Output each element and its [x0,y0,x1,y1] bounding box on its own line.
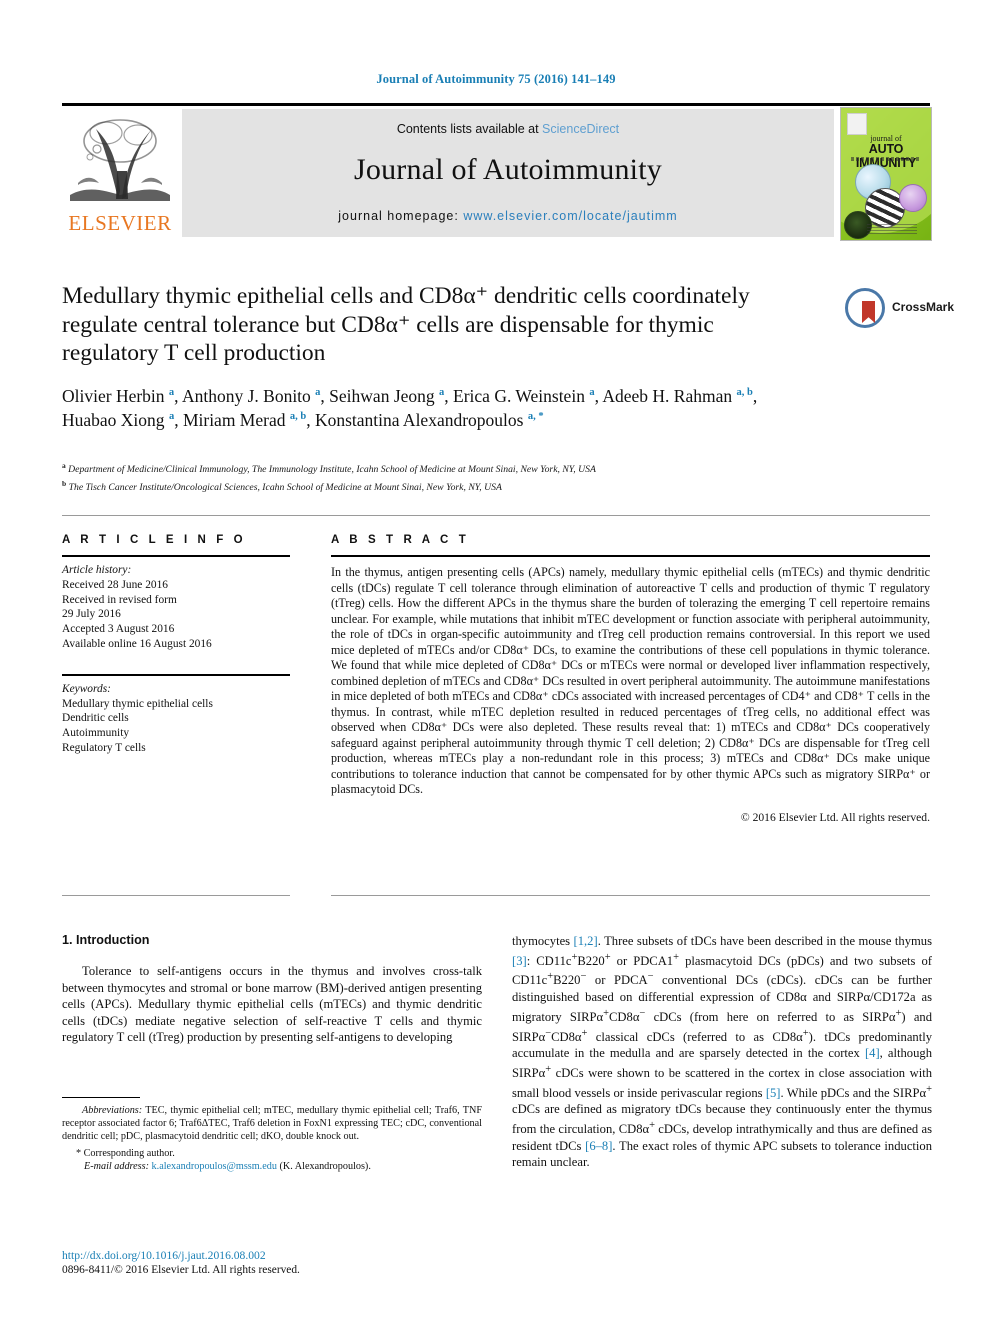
sciencedirect-link[interactable]: ScienceDirect [542,122,619,136]
keywords-label: Keywords: [62,682,111,695]
homepage-prefix: journal homepage: [338,209,464,223]
issn-copyright-line: 0896-8411/© 2016 Elsevier Ltd. All right… [62,1264,300,1276]
abstract-text: In the thymus, antigen presenting cells … [331,565,930,796]
abbreviations-label: Abbreviations: [82,1105,143,1116]
journal-masthead: ELSEVIER Contents lists available at Sci… [62,103,932,241]
corresponding-author-note: * Corresponding author. [62,1147,482,1160]
crossmark-ring-icon [845,288,885,328]
elsevier-wordmark: ELSEVIER [68,211,172,235]
cover-subtitle-bars [851,157,921,161]
running-head: Journal of Autoimmunity 75 (2016) 141–14… [376,72,616,86]
email-link[interactable]: k.alexandropoulos@mssm.edu [152,1161,277,1172]
article-info-column: A R T I C L E I N F O Article history: R… [62,534,290,756]
abstract-heading: A B S T R A C T [331,534,470,546]
body-column-left: 1. Introduction Tolerance to self-antige… [62,933,482,1046]
article-history-item: Received in revised form [62,593,177,606]
abstract-divider [331,555,930,557]
abstract-section-bottom-rule [331,895,930,896]
footer-block: http://dx.doi.org/10.1016/j.jaut.2016.08… [62,1248,502,1278]
crossmark-label: CrossMark [892,300,955,314]
info-section-bottom-rule [62,895,290,896]
cover-footer-bars [867,224,917,234]
keyword-item: Regulatory T cells [62,741,146,754]
contents-available-line: Contents lists available at ScienceDirec… [182,122,834,136]
cover-cell-image-purple [899,184,927,212]
corresponding-text: Corresponding author. [83,1147,175,1159]
article-history-block: Article history: Received 28 June 2016 R… [62,563,290,652]
page-title: Medullary thymic epithelial cells and CD… [62,283,750,366]
article-info-divider [62,555,290,557]
keywords-divider [62,673,290,676]
corresponding-marker: * [76,1147,82,1159]
journal-title: Journal of Autoimmunity [354,153,662,186]
cover-elsevier-mark [847,113,867,135]
affiliation-b-text: The Tisch Cancer Institute/Oncological S… [68,481,502,493]
article-first-page: Journal of Autoimmunity 75 (2016) 141–14… [0,0,992,1323]
article-history-item: Received 28 June 2016 [62,578,168,591]
introduction-paragraph-left: Tolerance to self-antigens occurs in the… [62,964,482,1045]
affiliation-a: a Department of Medicine/Clinical Immuno… [62,459,822,477]
keyword-item: Medullary thymic epithelial cells [62,697,213,710]
info-section-top-rule [62,515,930,516]
article-info-heading: A R T I C L E I N F O [62,534,247,546]
footnote-block: Abbreviations: TEC, thymic epithelial ce… [62,1104,482,1173]
keywords-block: Keywords: Medullary thymic epithelial ce… [62,682,290,756]
footnote-divider [62,1097,140,1098]
crossmark-badge[interactable]: CrossMark [845,286,954,334]
article-history-item: Available online 16 August 2016 [62,637,212,650]
journal-banner: Contents lists available at ScienceDirec… [182,109,834,237]
email-note: E-mail address: k.alexandropoulos@mssm.e… [62,1160,482,1173]
keyword-item: Dendritic cells [62,712,129,725]
article-history-label: Article history: [62,564,132,576]
body-column-right: thymocytes [1,2]. Three subsets of tDCs … [512,933,932,1171]
elsevier-tree-icon [66,111,174,203]
affiliation-list: a Department of Medicine/Clinical Immuno… [62,459,822,494]
keyword-item: Autoimmunity [62,727,130,740]
journal-homepage-line: journal homepage: www.elsevier.com/locat… [182,209,834,223]
title-area: Medullary thymic epithelial cells and CD… [62,282,762,368]
abstract-copyright: © 2016 Elsevier Ltd. All rights reserved… [740,810,930,824]
email-suffix: (K. Alexandropoulos). [279,1160,371,1172]
article-history-item: 29 July 2016 [62,608,121,621]
doi-link[interactable]: http://dx.doi.org/10.1016/j.jaut.2016.08… [62,1248,502,1263]
affiliation-marker-b: b [62,478,67,488]
masthead-top-rule [62,103,930,106]
introduction-heading: 1. Introduction [62,933,150,947]
elsevier-logo: ELSEVIER [62,109,178,239]
crossmark-bookmark-icon [862,301,875,323]
email-label: E-mail address: [84,1160,149,1172]
abstract-column: A B S T R A C T In the thymus, antigen p… [331,534,930,824]
introduction-paragraph-right: thymocytes [1,2]. Three subsets of tDCs … [512,934,933,1170]
affiliation-b: b The Tisch Cancer Institute/Oncological… [62,477,822,495]
journal-cover-thumbnail[interactable]: journal of AUTO IMMUNITY [840,107,932,241]
affiliation-a-text: Department of Medicine/Clinical Immunolo… [68,464,596,476]
cover-autoimmunity-label: AUTO IMMUNITY [855,142,917,170]
homepage-url-link[interactable]: www.elsevier.com/locate/jautimm [463,209,677,223]
author-list: Olivier Herbin a, Anthony J. Bonito a, S… [62,386,758,430]
contents-prefix: Contents lists available at [396,122,543,136]
abbreviations-note: Abbreviations: TEC, thymic epithelial ce… [62,1104,482,1144]
affiliation-marker-a: a [62,461,66,470]
article-history-item: Accepted 3 August 2016 [62,623,175,636]
